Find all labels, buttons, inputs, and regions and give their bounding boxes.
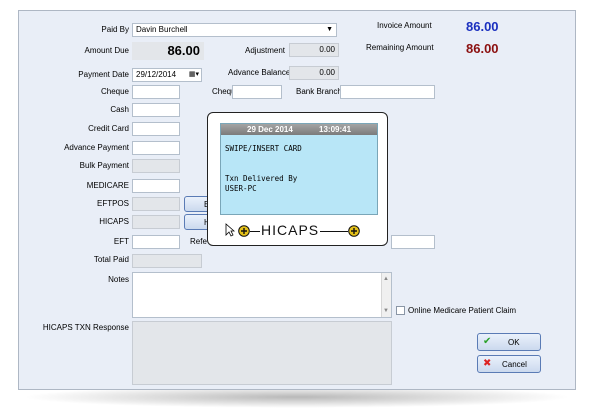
notes-textarea[interactable]: ▲ ▼ [132,272,392,318]
advance-balance-label: Advance Balance [228,68,291,77]
credit-card-label: Credit Card [88,124,129,133]
advance-payment-label: Advance Payment [64,143,129,152]
terminal-line-3: USER-PC [225,184,257,193]
terminal-lcd-header: 29 Dec 2014 13:09:41 [221,124,377,135]
advance-payment-input[interactable] [132,141,180,155]
hicaps-input [132,215,180,229]
hicaps-logo-right-plus-icon [348,225,360,237]
cancel-label: Cancel [502,360,527,369]
medicare-label: MEDICARE [86,181,129,190]
calendar-icon[interactable]: ▦▾ [189,69,199,81]
bank-branch-label: Bank Branch [296,87,342,96]
advance-balance-value: 0.00 [319,68,335,77]
bulk-payment-label: Bulk Payment [79,161,129,170]
ok-label: OK [508,338,520,347]
advance-balance-field: 0.00 [289,66,339,80]
paid-by-label: Paid By [101,25,129,34]
hicaps-txn-response-field [132,321,392,385]
terminal-line-2: Txn Delivered By [225,174,298,183]
adjustment-value: 0.00 [319,45,335,54]
eft-label: EFT [113,237,129,246]
amount-due-value: 86.00 [167,43,200,58]
invoice-amount-value: 86.00 [466,19,499,34]
total-paid-label: Total Paid [93,255,129,264]
terminal-date: 29 Dec 2014 [247,125,293,134]
scroll-up-icon[interactable]: ▲ [383,273,389,285]
mouse-cursor-icon [225,223,235,237]
eft-input[interactable] [132,235,180,249]
eftpos-input [132,197,180,211]
medicare-input[interactable] [132,179,180,193]
online-medicare-checkbox[interactable] [396,306,405,315]
cancel-button[interactable]: ✖ Cancel [477,355,541,373]
eft-reference-input[interactable] [391,235,435,249]
credit-card-input[interactable] [132,122,180,136]
amount-due-field: 86.00 [132,42,204,60]
close-icon: ✖ [483,358,492,369]
hicaps-label: HICAPS [99,217,129,226]
hicaps-terminal-popup: 29 Dec 2014 13:09:41 SWIPE/INSERT CARD T… [207,112,388,246]
payment-date-label: Payment Date [78,70,129,79]
cheque-input[interactable] [132,85,180,99]
notes-scrollbar[interactable]: ▲ ▼ [381,273,391,317]
payment-date-picker[interactable]: 29/12/2014 ▦▾ [132,68,202,82]
cash-input[interactable] [132,103,180,117]
cheque-number-input[interactable] [232,85,282,99]
checkmark-icon: ✔ [483,336,492,347]
hicaps-logo-text: HICAPS [260,222,321,239]
hicaps-txn-response-label: HICAPS TXN Response [42,323,129,332]
paid-by-select[interactable]: Davin Burchell ▼ [132,23,337,37]
online-medicare-label: Online Medicare Patient Claim [408,306,517,315]
cash-label: Cash [110,105,129,114]
cheque-label: Cheque [100,87,129,96]
eft-reference-label: Refe [190,237,207,246]
bank-branch-input[interactable] [340,85,435,99]
terminal-line-1: SWIPE/INSERT CARD [225,144,302,153]
bulk-payment-input [132,159,180,173]
remaining-amount-value: 86.00 [466,41,499,56]
eftpos-label: EFTPOS [96,199,129,208]
scroll-down-icon[interactable]: ▼ [383,305,389,317]
terminal-lcd: 29 Dec 2014 13:09:41 SWIPE/INSERT CARD T… [220,123,378,215]
remaining-amount-label: Remaining Amount [366,43,434,52]
total-paid-field [132,254,202,268]
payment-date-value: 29/12/2014 [136,70,177,79]
notes-label: Notes [108,275,129,284]
hicaps-logo-left-plus-icon [238,225,250,237]
chevron-down-icon: ▼ [326,26,333,33]
paid-by-value: Davin Burchell [136,25,188,34]
adjustment-label: Adjustment [245,46,286,55]
invoice-amount-label: Invoice Amount [377,21,432,30]
terminal-time: 13:09:41 [319,125,352,134]
adjustment-field: 0.00 [289,43,339,57]
amount-due-label: Amount Due [84,46,129,55]
hicaps-logo: HICAPS [238,222,360,239]
ok-button[interactable]: ✔ OK [477,333,541,351]
